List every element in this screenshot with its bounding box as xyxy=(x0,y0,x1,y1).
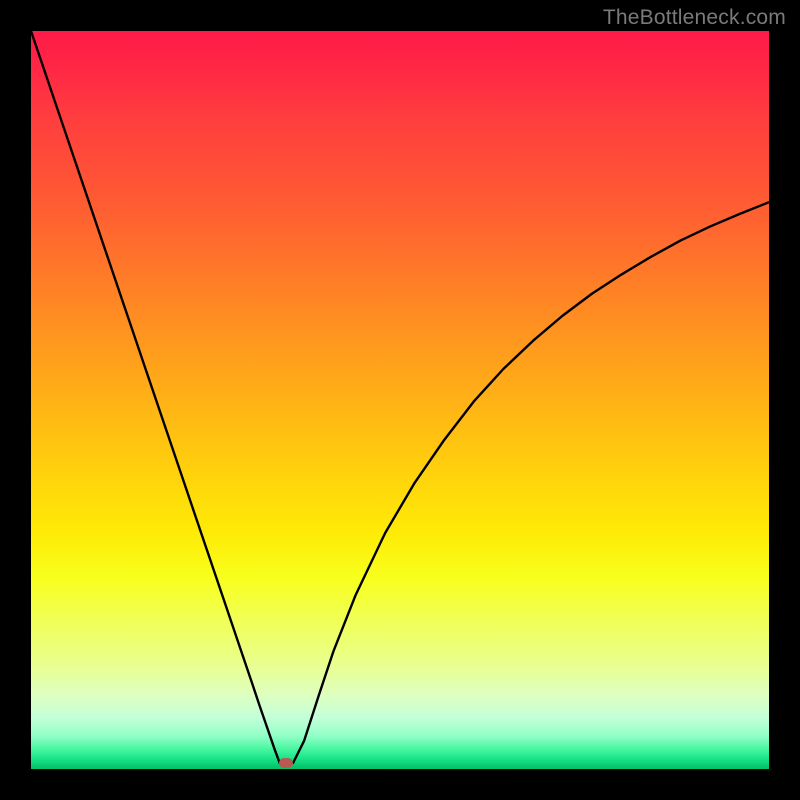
chart-frame: TheBottleneck.com xyxy=(0,0,800,800)
plot-area xyxy=(31,31,769,769)
watermark-text: TheBottleneck.com xyxy=(603,6,786,30)
bottleneck-curve xyxy=(31,31,769,769)
minimum-marker xyxy=(279,758,293,768)
